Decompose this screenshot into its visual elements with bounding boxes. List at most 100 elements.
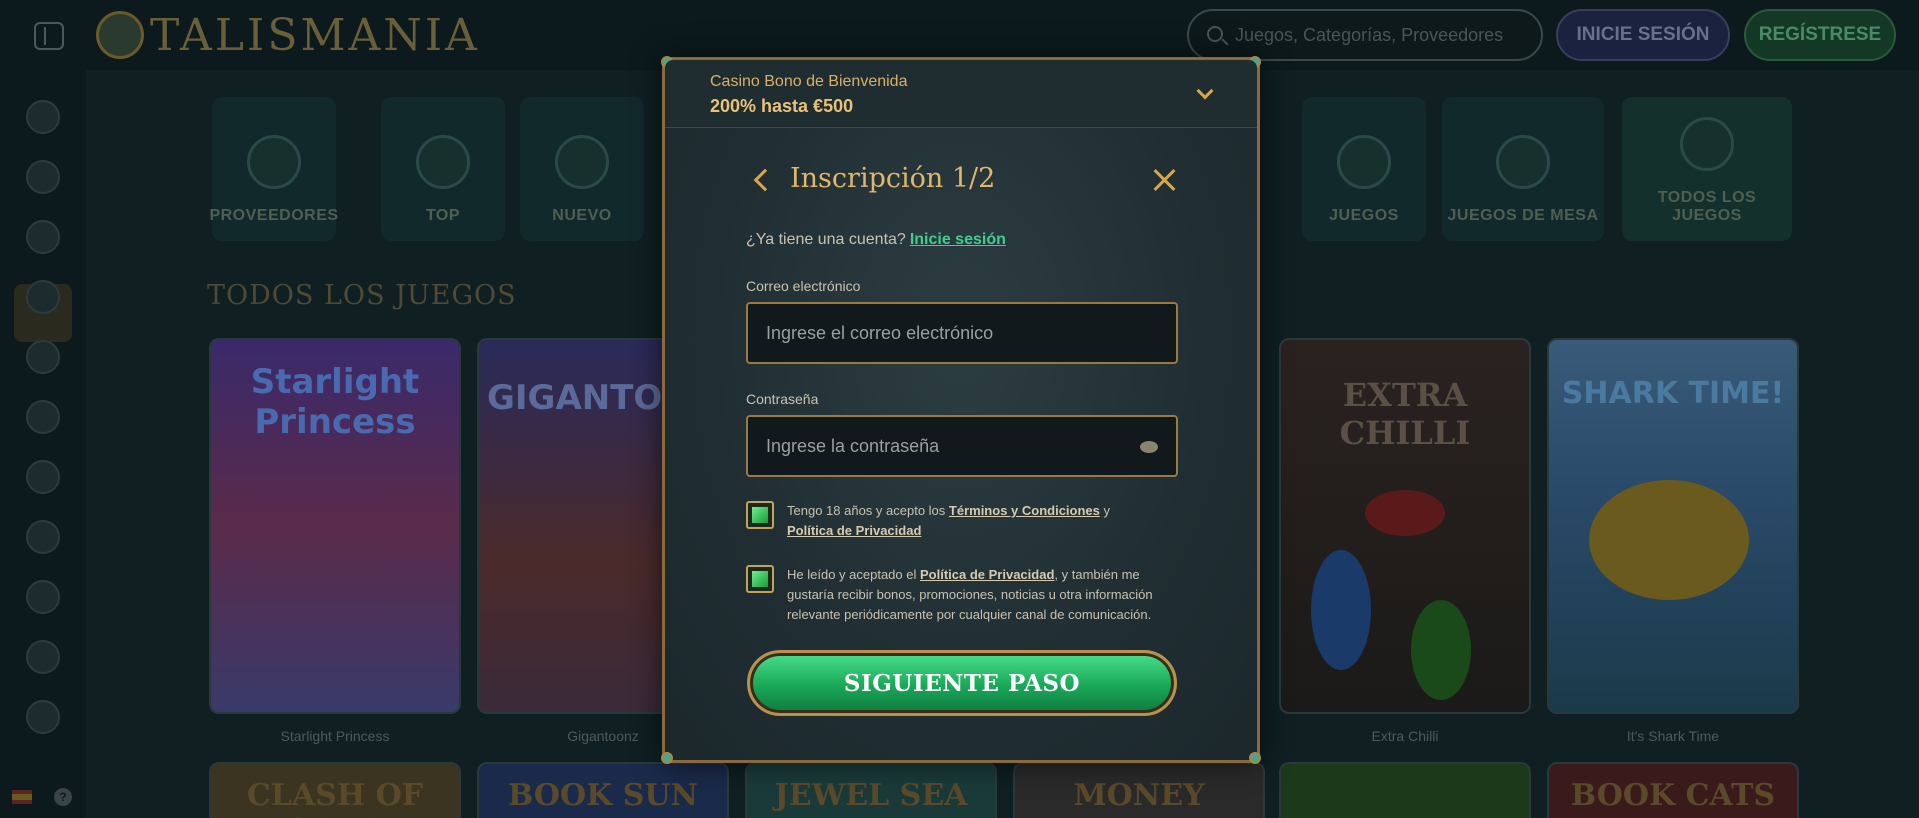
category-juegos[interactable]: JUEGOS: [1302, 97, 1426, 241]
game-art-title: BOOK CATS: [1570, 778, 1776, 813]
logo-text: TALISMANIA: [150, 9, 480, 61]
game-art-title: [1281, 764, 1529, 778]
game-name: Starlight Princess: [280, 728, 390, 744]
game-art-title: JEWEL SEA: [774, 778, 968, 813]
marketing-text: He leído y aceptado el Política de Priva…: [787, 565, 1179, 625]
password-field[interactable]: Ingrese la contraseña: [746, 415, 1178, 477]
slot-machine-icon: [1337, 135, 1391, 189]
modal-title: Inscripción 1/2: [790, 163, 996, 194]
email-field[interactable]: Ingrese el correo electrónico: [746, 302, 1178, 364]
search-icon: [1207, 26, 1223, 42]
close-icon[interactable]: [1151, 166, 1179, 194]
game-card-row2[interactable]: MONEY: [1013, 762, 1265, 818]
sidebar: [0, 70, 86, 818]
logo-emblem-icon: [96, 11, 144, 59]
game-card-starlight-princess[interactable]: Starlight Princess: [209, 338, 461, 714]
sidebar-item-casino-icon[interactable]: [26, 160, 60, 194]
bonus-title: Casino Bono de Bienvenida: [710, 73, 908, 90]
game-card-row2[interactable]: BOOK SUN: [477, 762, 729, 818]
category-todos-los-juegos[interactable]: TODOS LOS JUEGOS: [1622, 97, 1792, 241]
game-art-title: CLASH OF GODS: [246, 778, 424, 818]
category-top[interactable]: TOP: [381, 97, 505, 241]
category-label: JUEGOS: [1329, 207, 1399, 224]
corner-gem-icon: [661, 752, 673, 764]
eye-icon[interactable]: [1140, 441, 1158, 453]
marketing-text-part: He leído y aceptado el: [787, 567, 917, 582]
next-step-button[interactable]: SIGUIENTE PASO: [747, 650, 1177, 716]
terms-text-part: Tengo 18 años y acepto los: [787, 503, 946, 518]
marketing-checkbox[interactable]: [746, 565, 774, 593]
privacy-link[interactable]: Política de Privacidad: [787, 523, 921, 538]
back-arrow-icon[interactable]: [753, 168, 777, 192]
register-button[interactable]: REGÍSTRESE: [1744, 9, 1896, 61]
game-art-title: BOOK SUN: [508, 778, 698, 813]
game-art-title: SHARK TIME!: [1561, 376, 1785, 411]
language-flag-icon[interactable]: [12, 790, 32, 804]
sidebar-item-all-games-icon[interactable]: [26, 220, 60, 254]
email-label: Correo electrónico: [746, 278, 861, 294]
game-card-row2[interactable]: JEWEL SEA: [745, 762, 997, 818]
logo[interactable]: TALISMANIA: [96, 8, 480, 62]
sidebar-item-live-icon[interactable]: [26, 460, 60, 494]
category-label: JUEGOS DE MESA: [1447, 207, 1599, 224]
game-name: Extra Chilli: [1371, 728, 1439, 744]
game-card-row2[interactable]: [1279, 762, 1531, 818]
category-label: TODOS LOS JUEGOS: [1657, 189, 1757, 224]
chevron-down-icon[interactable]: [1196, 82, 1214, 100]
login-link[interactable]: Inicie sesión: [910, 231, 1006, 248]
game-card-its-shark-time[interactable]: SHARK TIME!: [1547, 338, 1799, 714]
chilli-icon: [1411, 600, 1471, 700]
sidebar-item-vip-icon[interactable]: [26, 700, 60, 734]
search-input[interactable]: Juegos, Categorías, Proveedores: [1187, 9, 1543, 61]
game-art-title: MONEY: [1073, 778, 1205, 813]
category-juegos-de-mesa[interactable]: JUEGOS DE MESA: [1442, 97, 1604, 241]
game-art-title: Starlight Princess: [250, 362, 420, 442]
terms-text: Tengo 18 años y acepto los Términos y Co…: [787, 501, 1179, 541]
providers-icon: [247, 135, 301, 189]
sidebar-toggle-icon[interactable]: [34, 22, 64, 50]
password-placeholder: Ingrese la contraseña: [766, 435, 940, 456]
login-button[interactable]: INICIE SESIÓN: [1556, 9, 1730, 61]
terms-text-part: y: [1103, 503, 1111, 518]
terms-checkbox[interactable]: [746, 501, 774, 529]
game-card-row2[interactable]: CLASH OF GODS: [209, 762, 461, 818]
category-label: TOP: [425, 207, 461, 224]
chilli-icon: [1365, 490, 1445, 536]
sidebar-item-racing-icon[interactable]: [26, 580, 60, 614]
game-card-extra-chilli[interactable]: EXTRA CHILLI: [1279, 338, 1531, 714]
sidebar-item-sports-icon[interactable]: [26, 400, 60, 434]
terms-link[interactable]: Términos y Condiciones: [949, 503, 1100, 518]
game-art-title: EXTRA CHILLI: [1339, 376, 1471, 452]
password-label: Contraseña: [746, 391, 819, 407]
help-icon[interactable]: ?: [54, 788, 72, 806]
sidebar-item-bank-icon[interactable]: [26, 640, 60, 674]
marketing-privacy-link[interactable]: Política de Privacidad: [920, 567, 1054, 582]
search-placeholder: Juegos, Categorías, Proveedores: [1235, 24, 1504, 45]
registration-modal: Casino Bono de Bienvenida 200% hasta €50…: [661, 56, 1261, 764]
category-label: PROVEEDORES: [209, 207, 339, 224]
section-title: TODOS LOS JUEGOS: [207, 280, 517, 311]
scarab-icon: [416, 135, 470, 189]
game-art-title: GIGANTOO: [487, 378, 677, 418]
lotus-icon: [1680, 117, 1734, 171]
sidebar-item-slots-icon[interactable]: [26, 280, 60, 314]
sidebar-item-home-icon[interactable]: [26, 100, 60, 134]
account-question: ¿Ya tiene una cuenta?: [746, 231, 906, 248]
email-placeholder: Ingrese el correo electrónico: [766, 322, 994, 343]
new-icon: [555, 135, 609, 189]
sidebar-item-trophy-icon[interactable]: [26, 520, 60, 554]
game-name: It's Shark Time: [1626, 728, 1720, 744]
game-card-gigantoonz[interactable]: GIGANTOO: [477, 338, 677, 714]
game-card-row2[interactable]: BOOK CATS: [1547, 762, 1799, 818]
account-row: ¿Ya tiene una cuenta? Inicie sesión: [746, 231, 1006, 249]
category-proveedores[interactable]: PROVEEDORES: [209, 97, 339, 241]
category-label: NUEVO: [552, 207, 612, 224]
chilli-icon: [1311, 550, 1371, 670]
sidebar-item-clover-icon[interactable]: [26, 340, 60, 374]
shark-icon: [1589, 480, 1749, 600]
corner-gem-icon: [1249, 752, 1261, 764]
bonus-dropdown[interactable]: Casino Bono de Bienvenida 200% hasta €50…: [665, 60, 1257, 128]
bonus-amount: 200% hasta €500: [710, 96, 854, 116]
category-nuevo[interactable]: NUEVO: [520, 97, 644, 241]
poker-chip-icon: [1496, 135, 1550, 189]
